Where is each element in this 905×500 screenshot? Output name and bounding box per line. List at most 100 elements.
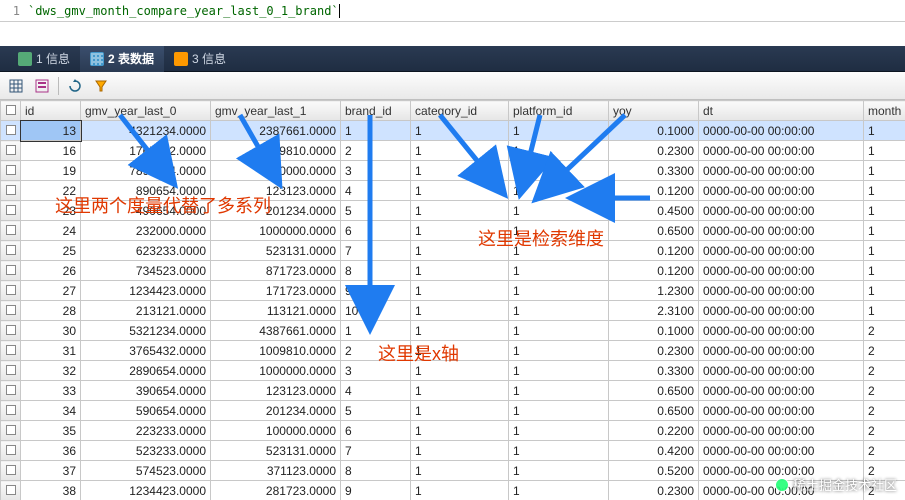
rowmark-cell[interactable] [1,401,21,421]
cell-g1[interactable]: 1000000.0000 [211,361,341,381]
cell-g1[interactable]: 281723.0000 [211,481,341,500]
cell-g0[interactable]: 223233.0000 [81,421,211,441]
cell-g0[interactable]: 213121.0000 [81,301,211,321]
rowmark-cell[interactable] [1,421,21,441]
cell-g0[interactable]: 2890654.0000 [81,361,211,381]
cell-dt[interactable]: 0000-00-00 00:00:00 [699,241,864,261]
cell-yoy[interactable]: 0.2300 [609,141,699,161]
rowmark-header[interactable] [1,101,21,121]
cell-category[interactable]: 1 [411,141,509,161]
cell-yoy[interactable]: 0.1000 [609,121,699,141]
cell-g0[interactable]: 1234423.0000 [81,481,211,500]
cell-g0[interactable]: 7890654.0000 [81,161,211,181]
cell-dt[interactable]: 0000-00-00 00:00:00 [699,401,864,421]
cell-id[interactable]: 32 [21,361,81,381]
rowmark-cell[interactable] [1,121,21,141]
cell-g0[interactable]: 390654.0000 [81,381,211,401]
cell-month[interactable]: 2 [864,421,905,441]
cell-brand[interactable]: 6 [341,421,411,441]
rowmark-cell[interactable] [1,301,21,321]
cell-yoy[interactable]: 0.4200 [609,441,699,461]
cell-category[interactable]: 1 [411,301,509,321]
table-row[interactable]: 161765432.000009810.00002110.23000000-00… [1,141,905,161]
rowmark-cell[interactable] [1,281,21,301]
cell-platform[interactable]: 1 [509,441,609,461]
table-row[interactable]: 26734523.0000871723.00008110.12000000-00… [1,261,905,281]
cell-platform[interactable]: 1 [509,301,609,321]
cell-id[interactable]: 38 [21,481,81,500]
cell-yoy[interactable]: 0.1200 [609,241,699,261]
cell-yoy[interactable]: 0.2300 [609,481,699,500]
cell-platform[interactable]: 1 [509,201,609,221]
rowmark-cell[interactable] [1,321,21,341]
cell-platform[interactable]: 1 [509,341,609,361]
cell-yoy[interactable]: 0.1000 [609,321,699,341]
cell-dt[interactable]: 0000-00-00 00:00:00 [699,381,864,401]
cell-id[interactable]: 16 [21,141,81,161]
cell-g0[interactable]: 5321234.0000 [81,321,211,341]
cell-g1[interactable]: 100000.0000 [211,421,341,441]
cell-g1[interactable]: 1000000.0000 [211,221,341,241]
rowmark-cell[interactable] [1,161,21,181]
cell-g0[interactable]: 574523.0000 [81,461,211,481]
rowmark-cell[interactable] [1,201,21,221]
cell-id[interactable]: 28 [21,301,81,321]
cell-g1[interactable]: 09810.0000 [211,141,341,161]
table-row[interactable]: 271234423.0000171723.00009111.23000000-0… [1,281,905,301]
rowmark-cell[interactable] [1,181,21,201]
cell-month[interactable]: 2 [864,341,905,361]
cell-dt[interactable]: 0000-00-00 00:00:00 [699,301,864,321]
cell-g0[interactable]: 734523.0000 [81,261,211,281]
cell-yoy[interactable]: 0.2200 [609,421,699,441]
cell-yoy[interactable]: 0.3300 [609,361,699,381]
data-grid-scroll[interactable]: id gmv_year_last_0 gmv_year_last_1 brand… [0,100,905,500]
cell-category[interactable]: 1 [411,261,509,281]
cell-platform[interactable]: 1 [509,181,609,201]
cell-category[interactable]: 1 [411,481,509,500]
cell-category[interactable]: 1 [411,401,509,421]
table-row[interactable]: 33390654.0000123123.00004110.65000000-00… [1,381,905,401]
cell-g0[interactable]: 4321234.0000 [81,121,211,141]
cell-g1[interactable]: 523131.0000 [211,441,341,461]
cell-dt[interactable]: 0000-00-00 00:00:00 [699,121,864,141]
cell-dt[interactable]: 0000-00-00 00:00:00 [699,341,864,361]
cell-category[interactable]: 1 [411,461,509,481]
data-grid[interactable]: id gmv_year_last_0 gmv_year_last_1 brand… [0,100,905,500]
rowmark-cell[interactable] [1,341,21,361]
rowmark-cell[interactable] [1,261,21,281]
cell-category[interactable]: 1 [411,161,509,181]
cell-id[interactable]: 34 [21,401,81,421]
cell-month[interactable]: 1 [864,201,905,221]
cell-dt[interactable]: 0000-00-00 00:00:00 [699,161,864,181]
cell-g0[interactable]: 523233.0000 [81,441,211,461]
cell-g1[interactable]: 371123.0000 [211,461,341,481]
cell-category[interactable]: 1 [411,281,509,301]
cell-platform[interactable]: 1 [509,361,609,381]
cell-g0[interactable]: 590654.0000 [81,401,211,421]
table-row[interactable]: 24232000.00001000000.00006110.65000000-0… [1,221,905,241]
table-row[interactable]: 37574523.0000371123.00008110.52000000-00… [1,461,905,481]
cell-brand[interactable]: 1 [341,121,411,141]
cell-month[interactable]: 2 [864,401,905,421]
col-platform-id[interactable]: platform_id [509,101,609,121]
rowmark-cell[interactable] [1,461,21,481]
cell-g0[interactable]: 1234423.0000 [81,281,211,301]
col-gmv-last-0[interactable]: gmv_year_last_0 [81,101,211,121]
cell-g1[interactable]: 871723.0000 [211,261,341,281]
rowmark-cell[interactable] [1,481,21,500]
cell-platform[interactable]: 1 [509,461,609,481]
cell-yoy[interactable]: 0.6500 [609,221,699,241]
cell-yoy[interactable]: 0.2300 [609,341,699,361]
cell-brand[interactable]: 5 [341,201,411,221]
cell-yoy[interactable]: 0.1200 [609,181,699,201]
cell-id[interactable]: 27 [21,281,81,301]
cell-brand[interactable]: 4 [341,381,411,401]
col-month[interactable]: month [864,101,905,121]
cell-platform[interactable]: 1 [509,421,609,441]
cell-dt[interactable]: 0000-00-00 00:00:00 [699,201,864,221]
col-category-id[interactable]: category_id [411,101,509,121]
cell-month[interactable]: 1 [864,161,905,181]
cell-category[interactable]: 1 [411,121,509,141]
cell-dt[interactable]: 0000-00-00 00:00:00 [699,441,864,461]
form-view-button[interactable] [32,76,52,96]
